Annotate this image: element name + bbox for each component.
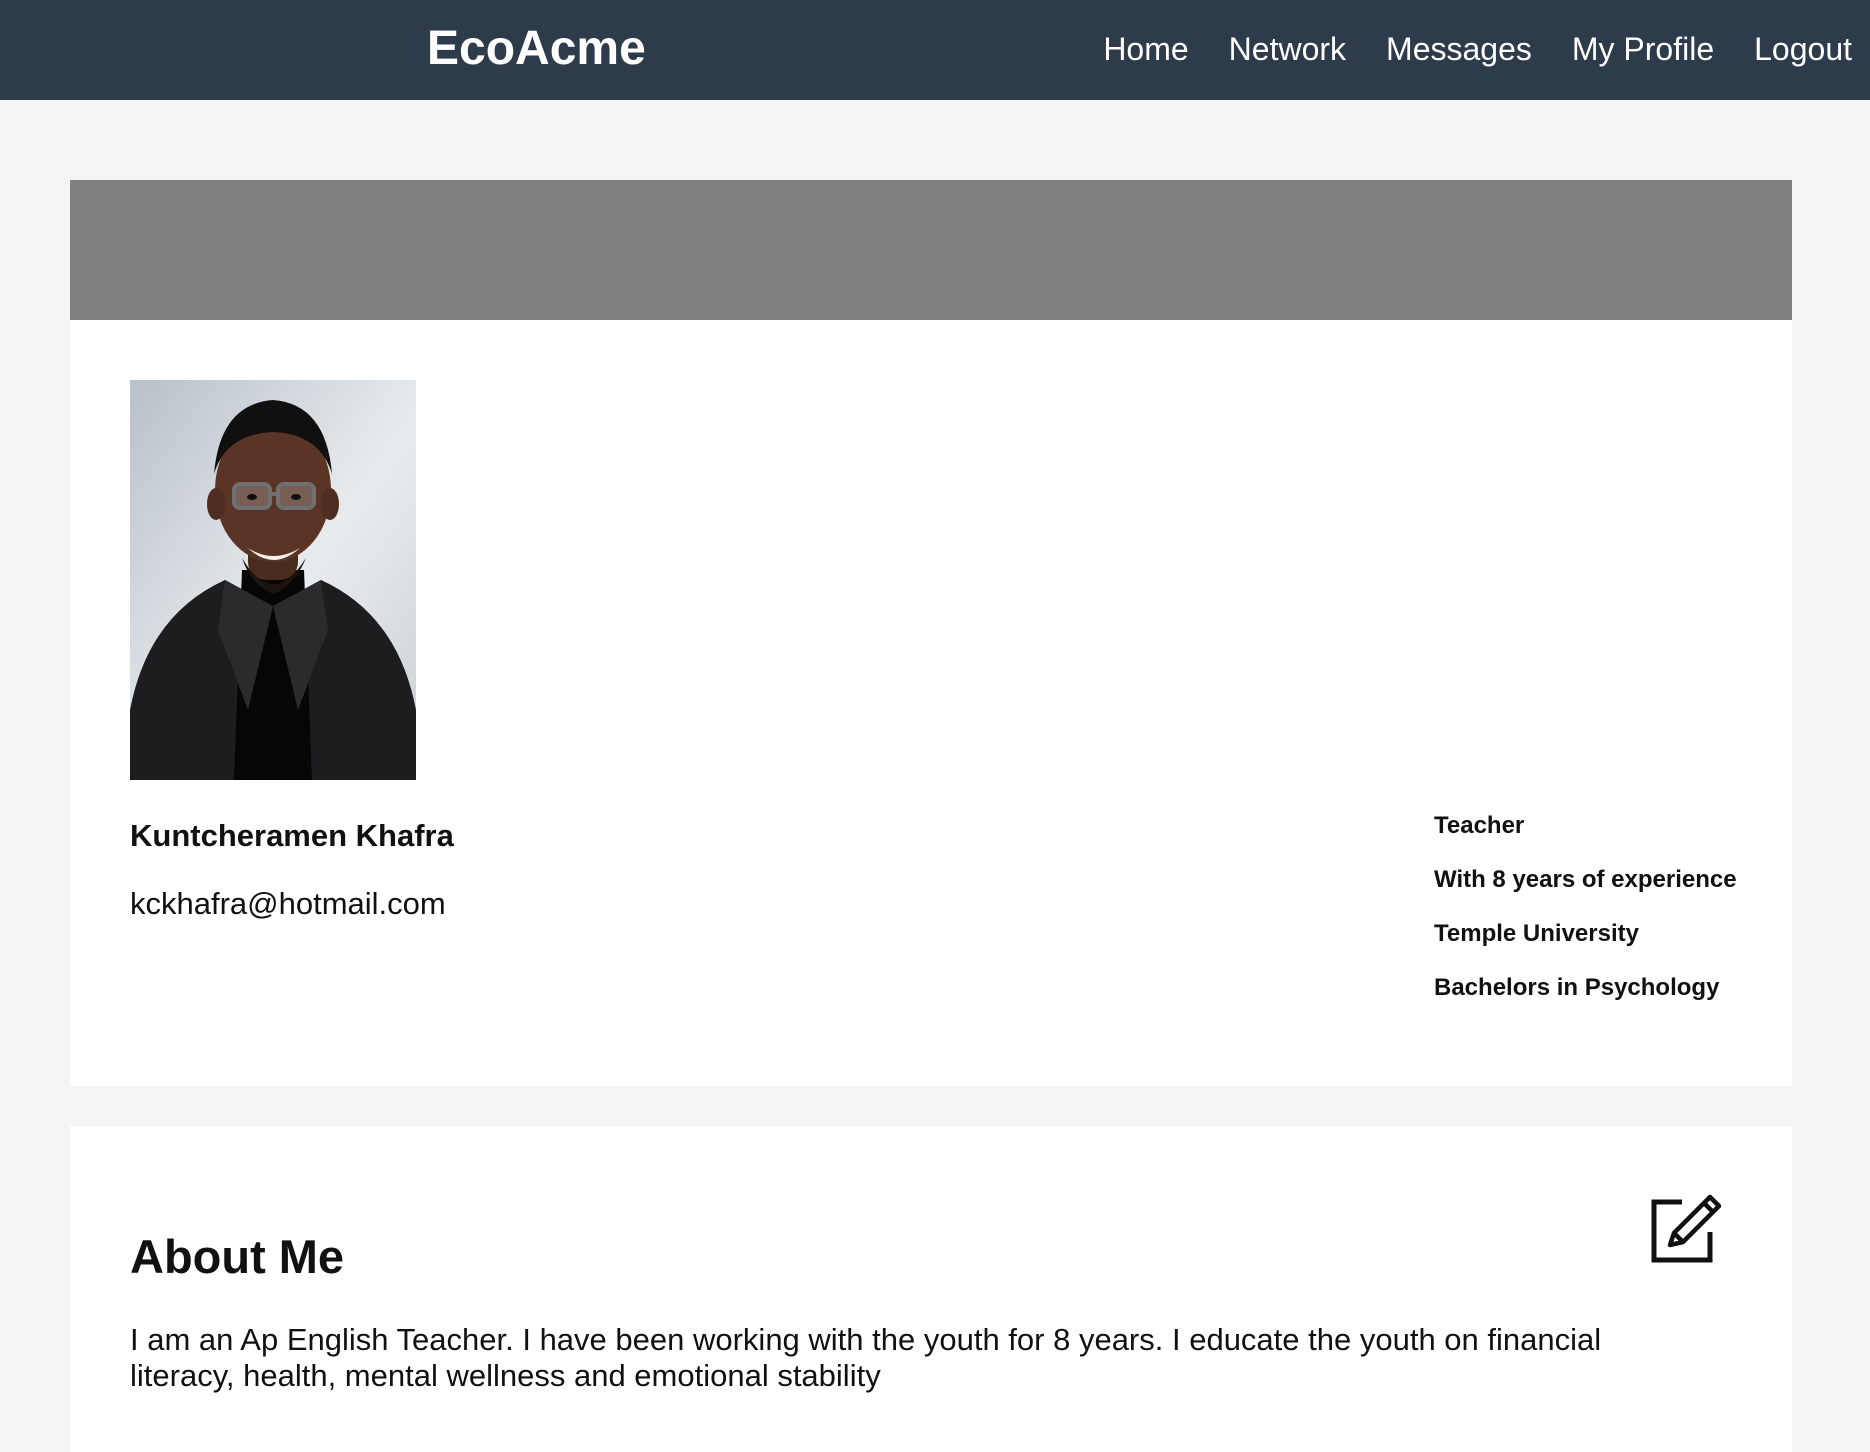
- nav-messages[interactable]: Messages: [1386, 28, 1532, 70]
- about-title: About Me: [130, 1230, 345, 1283]
- profile-photo: [130, 380, 416, 780]
- cover-banner: [70, 180, 1792, 320]
- top-navbar: EcoAcme Home Network Messages My Profile…: [0, 0, 1870, 100]
- about-text: I am an Ap English Teacher. I have been …: [130, 1322, 1602, 1393]
- nav-my-profile[interactable]: My Profile: [1572, 28, 1714, 70]
- brand-logo[interactable]: EcoAcme: [427, 20, 646, 78]
- avatar-illustration: [130, 380, 416, 780]
- detail-school: Temple University: [1434, 920, 1639, 947]
- nav-network[interactable]: Network: [1229, 28, 1346, 70]
- detail-degree: Bachelors in Psychology: [1434, 974, 1720, 1001]
- nav-home[interactable]: Home: [1103, 28, 1188, 70]
- profile-card: Kuntcheramen Khafra kckhafra@hotmail.com…: [70, 180, 1792, 1086]
- edit-icon-glyph: [1651, 1194, 1722, 1263]
- profile-name: Kuntcheramen Khafra: [130, 818, 454, 853]
- detail-experience: With 8 years of experience: [1434, 866, 1737, 893]
- nav-logout[interactable]: Logout: [1754, 28, 1852, 70]
- profile-details: Teacher With 8 years of experience Templ…: [1434, 810, 1737, 1026]
- detail-job-title: Teacher: [1434, 812, 1525, 839]
- main-nav: Home Network Messages My Profile Logout: [1103, 28, 1852, 70]
- about-card: About Me I am an Ap English Teacher. I h…: [70, 1126, 1792, 1452]
- edit-icon[interactable]: [1648, 1190, 1724, 1266]
- profile-email: kckhafra@hotmail.com: [130, 886, 446, 921]
